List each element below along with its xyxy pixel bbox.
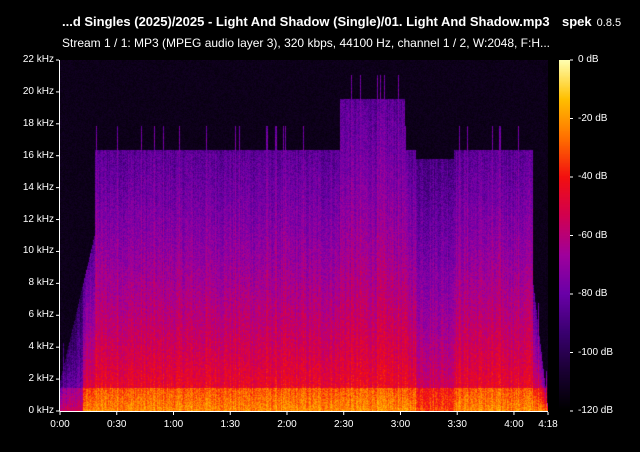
frequency-tick-label: 2 kHz — [28, 373, 54, 385]
decibel-tick-label: -40 dB — [578, 171, 608, 182]
time-tick-label: 4:18 — [538, 419, 558, 430]
decibel-colorbar — [559, 60, 570, 411]
frequency-tick-label: 22 kHz — [22, 54, 54, 65]
app-name: spek — [562, 14, 592, 29]
decibel-tick-label: -100 dB — [578, 346, 614, 358]
app-label: spek 0.8.5 — [562, 14, 621, 29]
frequency-tick-label: 4 kHz — [28, 341, 54, 353]
frequency-tick-label: 20 kHz — [22, 85, 54, 97]
time-tick-label: 1:00 — [163, 419, 184, 430]
time-tick-label: 3:30 — [447, 419, 467, 430]
spectrogram-plot — [60, 60, 548, 411]
decibel-tick-label: -20 dB — [578, 112, 608, 124]
time-tick-label: 1:30 — [220, 419, 240, 430]
decibel-tick-label: -120 dB — [578, 405, 614, 416]
frequency-tick-label: 18 kHz — [22, 117, 54, 129]
decibel-tick-label: 0 dB — [578, 54, 599, 65]
time-tick-label: 3:00 — [390, 419, 411, 430]
frequency-tick-label: 10 kHz — [22, 245, 54, 257]
frequency-tick-label: 6 kHz — [28, 309, 54, 321]
file-title: ...d Singles (2025)/2025 - Light And Sha… — [62, 14, 550, 29]
decibel-tick-label: -80 dB — [578, 288, 608, 299]
time-tick-label: 0:30 — [107, 419, 127, 430]
decibel-tick-label: -60 dB — [578, 229, 608, 241]
frequency-tick-label: 0 kHz — [28, 405, 54, 416]
frequency-tick-label: 14 kHz — [22, 181, 54, 193]
frequency-tick-label: 12 kHz — [22, 213, 54, 225]
frequency-tick-label: 8 kHz — [28, 277, 54, 289]
time-tick-label: 0:00 — [50, 419, 70, 430]
stream-info: Stream 1 / 1: MP3 (MPEG audio layer 3), … — [62, 36, 551, 50]
time-tick-label: 2:30 — [333, 419, 354, 430]
frequency-tick-label: 16 kHz — [22, 149, 54, 161]
app-version: 0.8.5 — [596, 17, 622, 29]
time-tick-label: 2:00 — [277, 419, 297, 430]
